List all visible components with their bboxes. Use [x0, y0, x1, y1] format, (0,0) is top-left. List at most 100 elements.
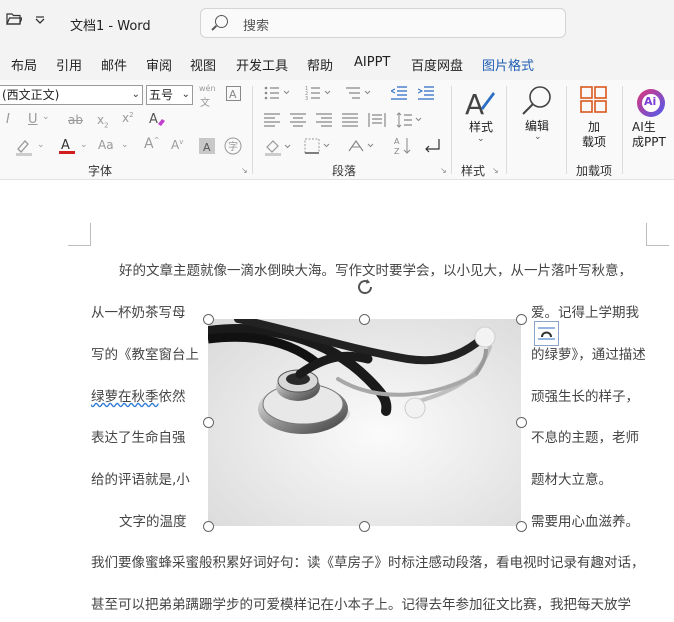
ai-ppt-label-1[interactable]: AI生 — [632, 120, 674, 135]
font-color-icon[interactable]: A — [58, 136, 76, 160]
decrease-indent-icon[interactable] — [389, 86, 407, 104]
clear-formatting-icon[interactable]: A — [148, 110, 166, 132]
group-separator — [451, 86, 452, 174]
addins-button-label-2[interactable]: 载项 — [578, 135, 610, 150]
shading-icon[interactable] — [264, 138, 292, 160]
ai-logo-text: Ai — [644, 95, 657, 108]
tab-picture-format[interactable]: 图片格式 — [482, 55, 534, 74]
chevron-down-icon[interactable]: ⌄ — [534, 132, 542, 142]
styles-dialog-launcher-icon[interactable]: ↘ — [492, 166, 499, 175]
ai-ppt-label-2[interactable]: 成PPT — [632, 135, 674, 150]
show-paragraph-marks-icon[interactable] — [423, 138, 441, 158]
wrap-line-2-right: 爱。记得上学期我 — [531, 305, 639, 321]
svg-text:A: A — [149, 112, 158, 127]
styles-button-label[interactable]: 样式 — [466, 120, 496, 135]
tab-layout[interactable]: 布局 — [11, 55, 37, 74]
font-name-select[interactable]: (西文正文) ⌄ — [0, 85, 143, 105]
spelling-flagged-text[interactable]: 绿萝在秋季 — [91, 389, 159, 405]
tab-references[interactable]: 引用 — [56, 55, 82, 74]
tab-mailings[interactable]: 邮件 — [101, 55, 127, 74]
font-dialog-launcher-icon[interactable]: ↘ — [241, 166, 248, 175]
ribbon-tabs: 布局 引用 邮件 审阅 视图 开发工具 帮助 AIPPT 百度网盘 图片格式 — [0, 46, 674, 80]
search-icon — [215, 15, 228, 28]
tab-help[interactable]: 帮助 — [307, 55, 333, 74]
chevron-down-icon[interactable]: ⌄ — [477, 134, 485, 144]
resize-handle-left[interactable] — [202, 416, 214, 428]
chevron-down-icon[interactable]: ⌄ — [80, 140, 88, 150]
character-shading-icon[interactable]: A — [199, 138, 215, 158]
resize-handle-top-left[interactable] — [202, 313, 214, 325]
justify-icon[interactable] — [342, 113, 358, 131]
subscript-icon[interactable]: x2 — [97, 113, 109, 129]
highlight-color-icon[interactable] — [14, 137, 34, 161]
strikethrough-icon[interactable]: ab — [68, 113, 83, 127]
chevron-down-icon: ⌄ — [131, 89, 140, 100]
chevron-down-icon[interactable]: ⌄ — [37, 140, 45, 150]
group-separator — [506, 86, 507, 174]
shrink-font-icon[interactable]: Av — [171, 138, 183, 152]
folder-open-icon[interactable] — [6, 12, 23, 30]
paragraph-dialog-launcher-icon[interactable]: ↘ — [440, 166, 447, 175]
chevron-down-icon[interactable]: ⌄ — [121, 140, 129, 150]
wrap-line-4-left: 绿萝在秋季依然 — [91, 385, 186, 405]
title-bar: 文档1 - Word 搜索 — [0, 0, 674, 46]
wrap-line-2-left: 从一杯奶茶写母 — [91, 305, 186, 321]
margin-crop-mark-left — [68, 223, 91, 246]
grow-font-icon[interactable]: A^ — [144, 136, 159, 152]
rotate-handle-icon[interactable] — [355, 277, 375, 301]
svg-text:A: A — [465, 88, 484, 120]
resize-handle-bottom[interactable] — [358, 520, 370, 532]
align-left-icon[interactable] — [264, 113, 280, 131]
increase-indent-icon[interactable] — [417, 86, 434, 104]
paragraph-group-label: 段落 — [332, 164, 357, 178]
tab-developer[interactable]: 开发工具 — [236, 55, 288, 74]
font-size-select[interactable]: 五号 ⌄ — [146, 85, 193, 105]
tab-review[interactable]: 审阅 — [146, 55, 172, 74]
group-separator — [252, 86, 253, 174]
character-border-icon[interactable]: A — [226, 86, 241, 105]
search-box[interactable]: 搜索 — [200, 8, 566, 38]
tab-aippt[interactable]: AIPPT — [354, 55, 390, 70]
editing-search-icon[interactable] — [520, 84, 554, 122]
align-center-icon[interactable] — [290, 113, 306, 131]
svg-text:A: A — [61, 138, 70, 153]
svg-text:A: A — [203, 141, 211, 154]
asian-layout-icon[interactable] — [348, 138, 376, 158]
search-placeholder: 搜索 — [243, 19, 270, 34]
numbering-icon[interactable]: 123 — [305, 85, 331, 105]
superscript-icon[interactable]: x2 — [122, 111, 134, 125]
wrap-line-5-left: 表达了生命自强 — [91, 430, 186, 446]
addins-button-label-1[interactable]: 加 — [578, 120, 610, 135]
addins-icon[interactable] — [580, 86, 608, 118]
distributed-icon[interactable] — [368, 112, 386, 132]
resize-handle-right[interactable] — [515, 416, 527, 428]
font-group-label: 字体 — [88, 164, 113, 178]
resize-handle-top[interactable] — [358, 313, 370, 325]
bullets-icon[interactable] — [264, 85, 290, 105]
layout-options-icon[interactable] — [534, 321, 559, 346]
tab-baidu-netdisk[interactable]: 百度网盘 — [411, 55, 463, 74]
italic-icon[interactable]: I — [6, 112, 10, 127]
enclose-characters-icon[interactable]: 字 — [224, 137, 242, 159]
stethoscope-image[interactable] — [208, 319, 521, 526]
phonetic-guide-icon[interactable]: wén — [199, 84, 216, 93]
styles-group-label: 样式 — [461, 164, 486, 178]
styles-icon[interactable]: A — [463, 86, 497, 124]
underline-icon[interactable]: U — [28, 112, 38, 127]
resize-handle-top-right[interactable] — [515, 313, 527, 325]
borders-icon[interactable] — [304, 138, 332, 158]
chevron-down-icon[interactable]: ⌄ — [42, 112, 50, 122]
resize-handle-bottom-left[interactable] — [202, 520, 214, 532]
customize-chevron-icon[interactable] — [35, 14, 45, 30]
font-name-value: (西文正文) — [2, 88, 60, 102]
tab-view[interactable]: 视图 — [190, 55, 216, 74]
line-spacing-icon[interactable] — [396, 112, 422, 132]
change-case-icon[interactable]: Aa — [98, 138, 114, 152]
resize-handle-bottom-right[interactable] — [515, 520, 527, 532]
multilevel-list-icon[interactable] — [346, 85, 372, 105]
wrap-line-4-left-rest: 依然 — [158, 389, 186, 405]
ai-ppt-logo-icon[interactable]: Ai — [637, 89, 665, 117]
wrap-line-5-right: 不息的主题，老师 — [531, 430, 639, 446]
sort-icon[interactable]: AZ — [394, 136, 412, 160]
align-right-icon[interactable] — [316, 113, 332, 131]
